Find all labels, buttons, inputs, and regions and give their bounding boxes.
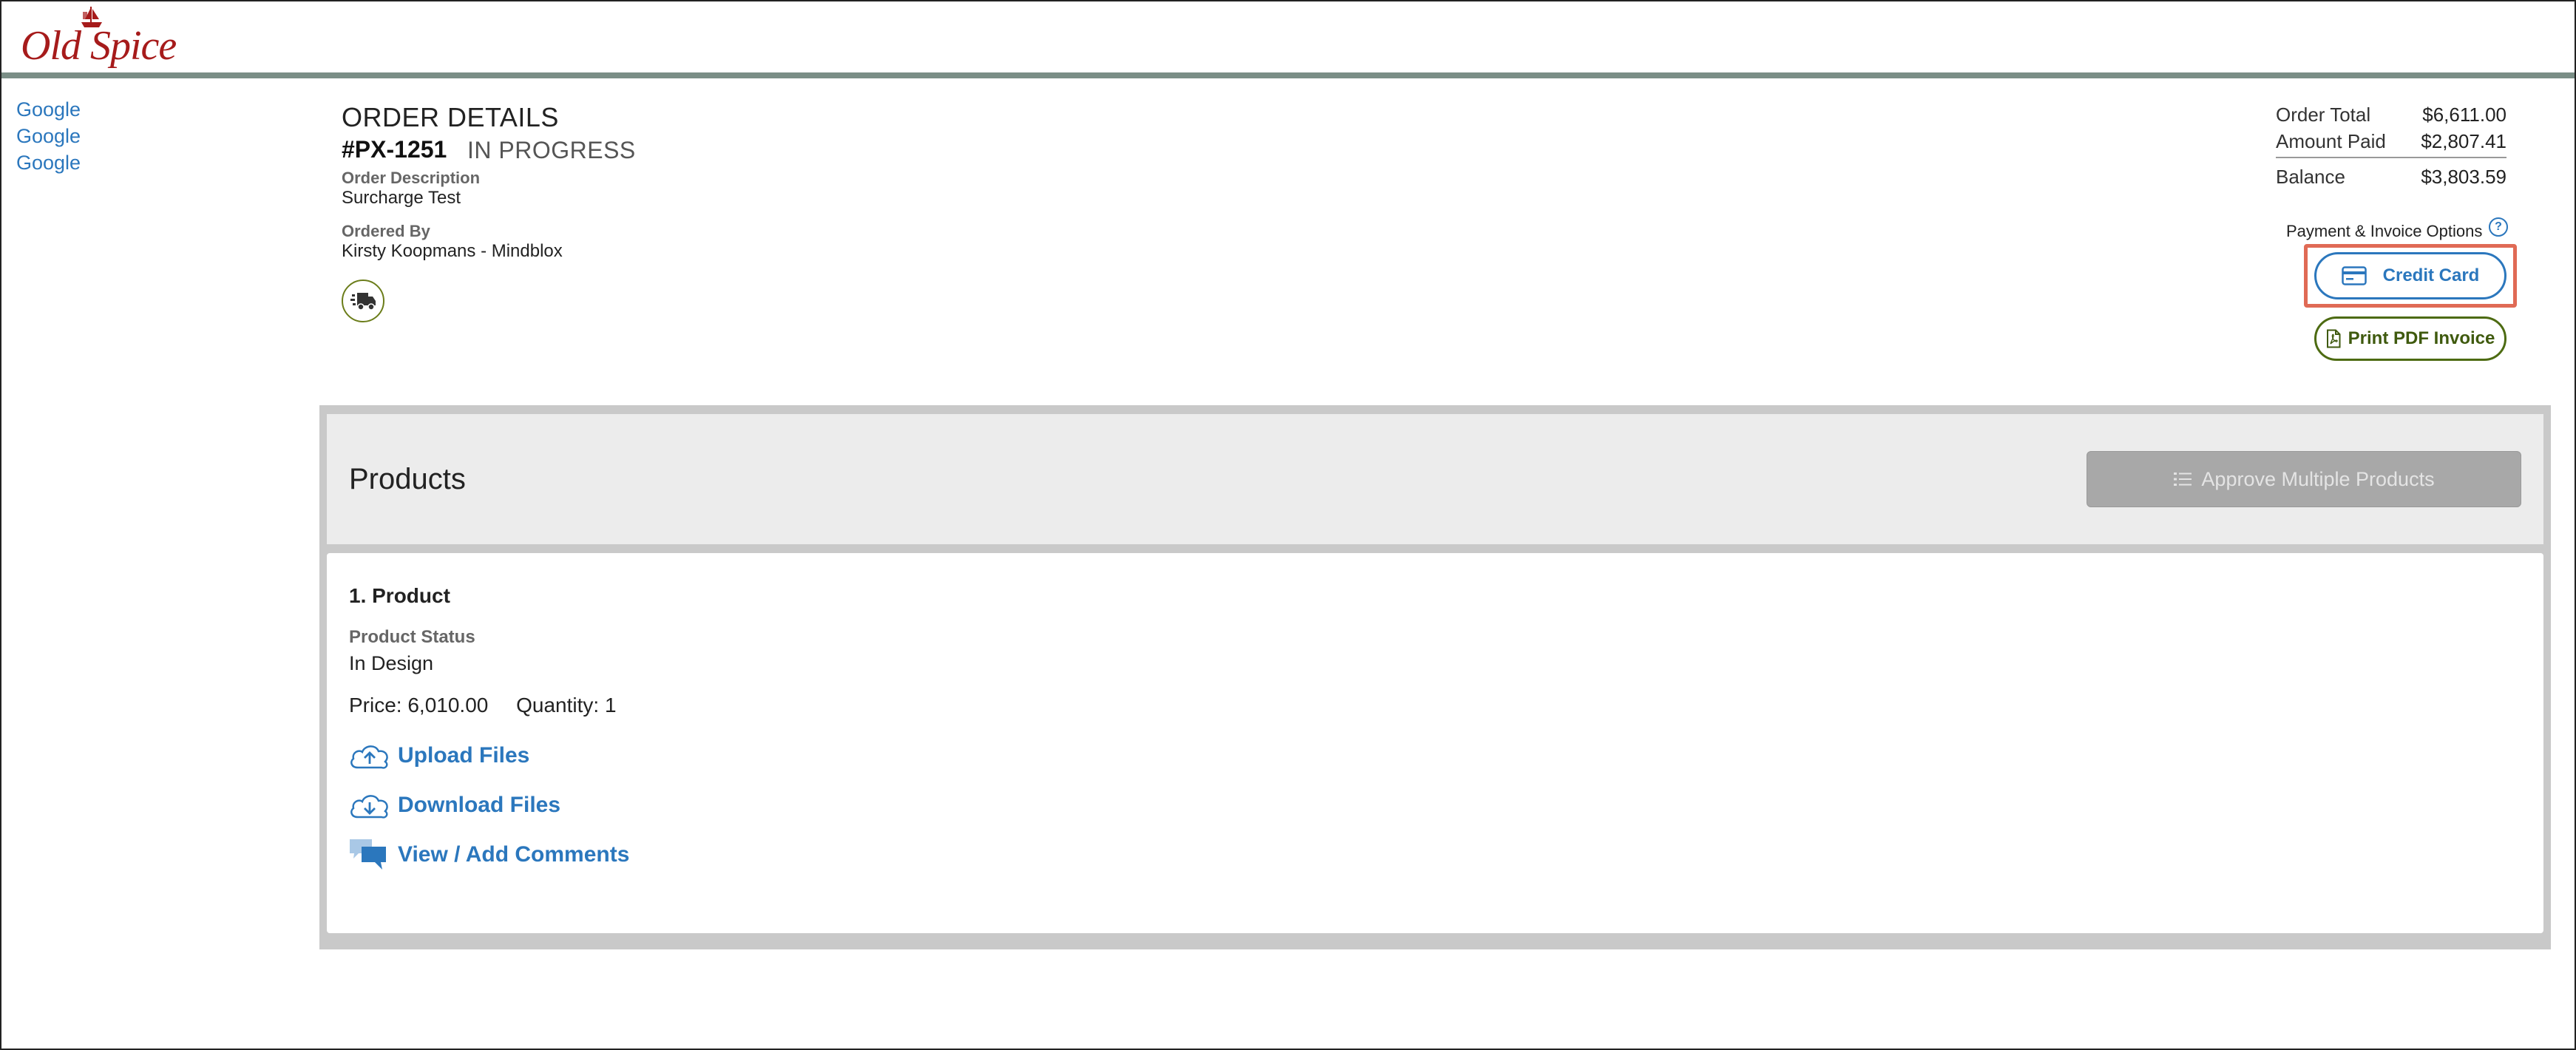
product-status-value: In Design (349, 652, 434, 674)
comments-icon (350, 839, 386, 870)
ordered-by: Kirsty Koopmans - Mindblox (342, 241, 563, 261)
amount-paid-label: Amount Paid (2276, 130, 2386, 152)
order-description-label: Order Description (342, 169, 481, 187)
sidebar-link-google-1[interactable]: Google (16, 96, 81, 123)
sidebar-link-google-3[interactable]: Google (16, 149, 81, 176)
upload-files-link[interactable]: Upload Files (348, 739, 529, 772)
approve-multiple-products-button[interactable]: Approve Multiple Products (2087, 451, 2521, 507)
price-quantity-row: Price: 6,010.00 Quantity: 1 (349, 694, 639, 717)
sidebar-links: Google Google Google (16, 96, 81, 176)
product-card (327, 553, 2543, 933)
view-add-comments-link[interactable]: View / Add Comments (348, 837, 629, 873)
order-status: IN PROGRESS (467, 137, 636, 163)
ordered-by-label: Ordered By (342, 222, 430, 240)
credit-card-button[interactable]: Credit Card (2314, 252, 2506, 299)
product-quantity: Quantity: 1 (516, 694, 617, 717)
order-total-row: Order Total $6,611.00 (2276, 104, 2506, 130)
checklist-icon (2174, 472, 2192, 486)
logo-text: Old Spice (21, 23, 177, 69)
product-status-label: Product Status (349, 627, 475, 647)
amount-paid-row: Amount Paid $2,807.41 (2276, 130, 2506, 158)
order-totals: Order Total $6,611.00 Amount Paid $2,807… (2276, 104, 2506, 192)
order-description: Surcharge Test (342, 188, 461, 208)
credit-card-icon (2341, 266, 2367, 285)
pdf-file-icon (2326, 329, 2341, 348)
order-total-label: Order Total (2276, 104, 2371, 126)
balance-row: Balance $3,803.59 (2276, 166, 2506, 192)
shipping-badge[interactable] (342, 280, 384, 322)
view-add-comments-label: View / Add Comments (398, 842, 630, 867)
help-icon[interactable]: ? (2489, 217, 2508, 237)
order-number: #PX-1251 (342, 136, 447, 163)
brand-logo[interactable]: Old Spice (21, 4, 177, 71)
payment-options-label: Payment & Invoice Options (2286, 222, 2483, 240)
product-title: 1. Product (349, 584, 450, 607)
order-total-value: $6,611.00 (2422, 104, 2506, 126)
products-title: Products (349, 463, 466, 495)
page-title: ORDER DETAILS (342, 102, 559, 132)
download-files-link[interactable]: Download Files (348, 789, 560, 822)
credit-card-label: Credit Card (2382, 265, 2480, 285)
cloud-upload-icon (350, 745, 388, 769)
print-pdf-label: Print PDF Invoice (2348, 328, 2495, 348)
balance-label: Balance (2276, 166, 2345, 188)
sidebar-link-google-2[interactable]: Google (16, 123, 81, 149)
upload-files-label: Upload Files (398, 743, 530, 768)
product-price: Price: 6,010.00 (349, 694, 489, 717)
header-divider (1, 72, 2575, 78)
top-header: Old Spice (1, 1, 2575, 72)
truck-icon (350, 293, 376, 311)
approve-multiple-label: Approve Multiple Products (2201, 467, 2435, 490)
balance-value: $3,803.59 (2421, 166, 2506, 188)
print-pdf-invoice-button[interactable]: Print PDF Invoice (2314, 316, 2506, 361)
download-files-label: Download Files (398, 793, 561, 817)
cloud-download-icon (350, 795, 388, 819)
amount-paid-value: $2,807.41 (2421, 130, 2506, 152)
